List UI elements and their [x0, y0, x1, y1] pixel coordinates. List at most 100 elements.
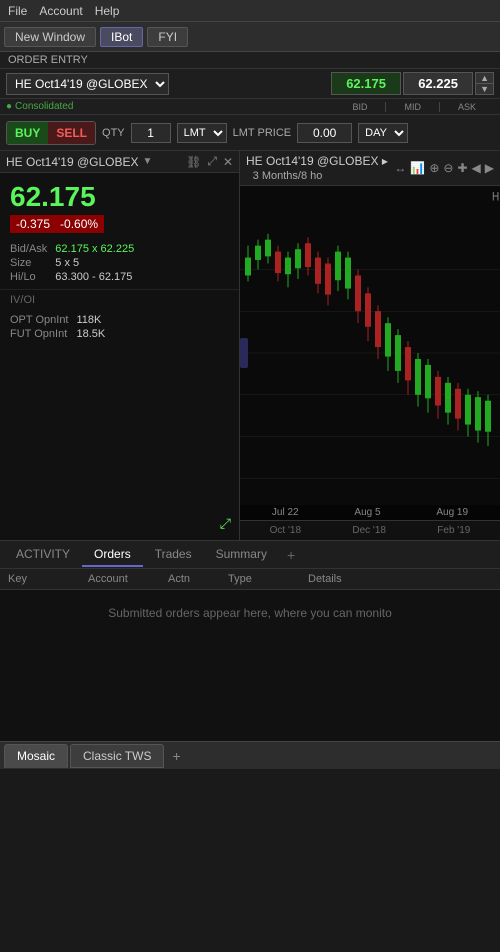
day-select[interactable]: DAY GTC IOC	[358, 123, 408, 143]
new-window-button[interactable]: New Window	[4, 27, 96, 47]
chart-bar-icon[interactable]: 📊	[410, 161, 425, 175]
opt-opnint-key: OPT OpnInt	[10, 314, 69, 326]
chart-date-labels: Oct '18 Dec '18 Feb '19	[244, 525, 496, 536]
left-panel-title: HE Oct14'19 @GLOBEX ▼	[6, 155, 152, 169]
bid-ask-labels: BID MID ASK	[334, 102, 494, 112]
hi-lo-val: 63.300 - 62.175	[55, 271, 229, 283]
chart-x-label-3: Aug 19	[436, 507, 468, 518]
price-input[interactable]	[297, 123, 352, 143]
chart-zoom-in-icon[interactable]: ⊕	[429, 161, 439, 175]
tab-add-button[interactable]: +	[279, 547, 303, 563]
hi-lo-key: Hi/Lo	[10, 271, 47, 283]
chart-cursor-icon[interactable]: ↔	[394, 161, 406, 175]
chart-panel: HE Oct14'19 @GLOBEX ▸ 3 Months/8 ho ↔ 📊 …	[240, 151, 500, 540]
chart-date-scroll[interactable]: Oct '18 Dec '18 Feb '19	[240, 520, 500, 540]
data-grid: Bid/Ask 62.175 x 62.225 Size 5 x 5 Hi/Lo…	[0, 237, 239, 289]
left-panel-header: HE Oct14'19 @GLOBEX ▼ ⛓ ⤢ ✕	[0, 151, 239, 173]
col-type: Type	[228, 573, 308, 585]
fut-opnint-key: FUT OpnInt	[10, 328, 69, 340]
price-display: 62.175 -0.375 -0.60%	[0, 173, 239, 237]
tab-summary[interactable]: Summary	[204, 543, 279, 567]
fut-opnint-val: 18.5K	[77, 328, 230, 340]
buy-sell-group: BUY SELL	[6, 121, 96, 145]
tab-trades[interactable]: Trades	[143, 543, 204, 567]
col-key: Key	[8, 573, 88, 585]
orders-empty-message: Submitted orders appear here, where you …	[0, 590, 500, 636]
main-price: 62.175	[10, 181, 229, 213]
iv-oi-grid: OPT OpnInt 118K FUT OpnInt 18.5K	[0, 308, 239, 346]
chart-next-icon[interactable]: ▶	[485, 161, 494, 175]
toolbar: New Window IBot FYI	[0, 22, 500, 52]
fyi-button[interactable]: FYI	[147, 27, 188, 47]
link-icon[interactable]: ⛓	[186, 155, 201, 169]
panel-dropdown-icon[interactable]: ▼	[143, 156, 153, 167]
order-entry-row2: ● Consolidated BID MID ASK	[0, 99, 500, 115]
order-entry-label: ORDER ENTRY	[8, 54, 88, 66]
expand-icon[interactable]: ⤢	[207, 154, 217, 169]
order-action-row: BUY SELL QTY LMT MKT STP LMT PRICE DAY G…	[0, 115, 500, 151]
chart-date-1: Oct '18	[270, 525, 301, 536]
col-actn: Actn	[168, 573, 228, 585]
chart-header: HE Oct14'19 @GLOBEX ▸ 3 Months/8 ho ↔ 📊 …	[240, 151, 500, 186]
price-spinner[interactable]: ▲ ▼	[475, 72, 494, 95]
qty-input[interactable]	[131, 123, 171, 143]
chart-date-3: Feb '19	[437, 525, 470, 536]
iv-oi-section: IV/OI	[0, 289, 239, 308]
main-area: HE Oct14'19 @GLOBEX ▼ ⛓ ⤢ ✕ 62.175 -0.37…	[0, 151, 500, 541]
left-panel: HE Oct14'19 @GLOBEX ▼ ⛓ ⤢ ✕ 62.175 -0.37…	[0, 151, 240, 540]
chart-prev-icon[interactable]: ◀	[472, 161, 481, 175]
footer-tab-classic-tws[interactable]: Classic TWS	[70, 744, 164, 768]
price-change: -0.375 -0.60%	[10, 215, 104, 233]
symbol-select[interactable]: HE Oct14'19 @GLOBEX	[6, 73, 169, 95]
chart-x-labels: Jul 22 Aug 5 Aug 19	[240, 505, 500, 520]
size-key: Size	[10, 257, 47, 269]
chart-h-label: H	[492, 191, 499, 204]
lmt-select[interactable]: LMT MKT STP	[177, 123, 227, 143]
ask-price-box: 62.225	[403, 72, 473, 95]
order-entry-header: ORDER ENTRY	[0, 52, 500, 69]
chart-title: HE Oct14'19 @GLOBEX ▸ 3 Months/8 ho	[246, 154, 394, 182]
col-details: Details	[308, 573, 492, 585]
tab-bar: ACTIVITY Orders Trades Summary +	[0, 541, 500, 569]
lmt-price-label: LMT PRICE	[233, 127, 291, 139]
bottom-area: ACTIVITY Orders Trades Summary + Key Acc…	[0, 541, 500, 741]
buy-button[interactable]: BUY	[7, 122, 48, 144]
col-account: Account	[88, 573, 168, 585]
chart-zoom-out-icon[interactable]: ⊖	[443, 161, 453, 175]
qty-label: QTY	[102, 127, 125, 139]
chart-x-label-2: Aug 5	[354, 507, 380, 518]
size-val: 5 x 5	[55, 257, 229, 269]
mid-label: MID	[404, 102, 421, 112]
menu-bar: File Account Help	[0, 0, 500, 22]
chart-crosshair-icon[interactable]: ✚	[457, 161, 467, 175]
menu-file[interactable]: File	[8, 4, 27, 18]
menu-help[interactable]: Help	[95, 4, 120, 18]
bid-price-box: 62.175	[331, 72, 401, 95]
order-entry-row1: HE Oct14'19 @GLOBEX 62.175 62.225 ▲ ▼	[0, 69, 500, 99]
chart-x-label-1: Jul 22	[272, 507, 299, 518]
footer-tabs: Mosaic Classic TWS +	[0, 741, 500, 769]
sell-button[interactable]: SELL	[48, 122, 95, 144]
panel-icons: ⛓ ⤢ ✕	[186, 154, 233, 169]
candlestick-chart: H	[240, 186, 500, 520]
bid-ask-key: Bid/Ask	[10, 243, 47, 255]
bid-ask-val: 62.175 x 62.225	[55, 243, 229, 255]
opt-opnint-val: 118K	[77, 314, 230, 326]
ibot-button[interactable]: IBot	[100, 27, 143, 47]
tab-content: Key Account Actn Type Details Submitted …	[0, 569, 500, 741]
chart-scroll-left[interactable]	[240, 338, 248, 368]
chart-toolbar: ↔ 📊 ⊕ ⊖ ✚ ◀ ▶	[394, 161, 494, 175]
consolidated-label: ● Consolidated	[6, 101, 73, 112]
tab-orders[interactable]: Orders	[82, 543, 143, 567]
menu-account[interactable]: Account	[39, 4, 82, 18]
chart-area[interactable]: H Jul 22 Aug 5 Aug 19	[240, 186, 500, 520]
chart-date-2: Dec '18	[352, 525, 386, 536]
footer-tab-mosaic[interactable]: Mosaic	[4, 744, 68, 768]
footer-tab-add-button[interactable]: +	[166, 748, 186, 764]
ask-label: ASK	[458, 102, 476, 112]
tab-activity[interactable]: ACTIVITY	[4, 543, 82, 567]
bottom-expand-icon[interactable]: ⤢	[220, 515, 231, 532]
table-header: Key Account Actn Type Details	[0, 569, 500, 590]
close-icon[interactable]: ✕	[223, 155, 233, 169]
bid-label: BID	[352, 102, 367, 112]
